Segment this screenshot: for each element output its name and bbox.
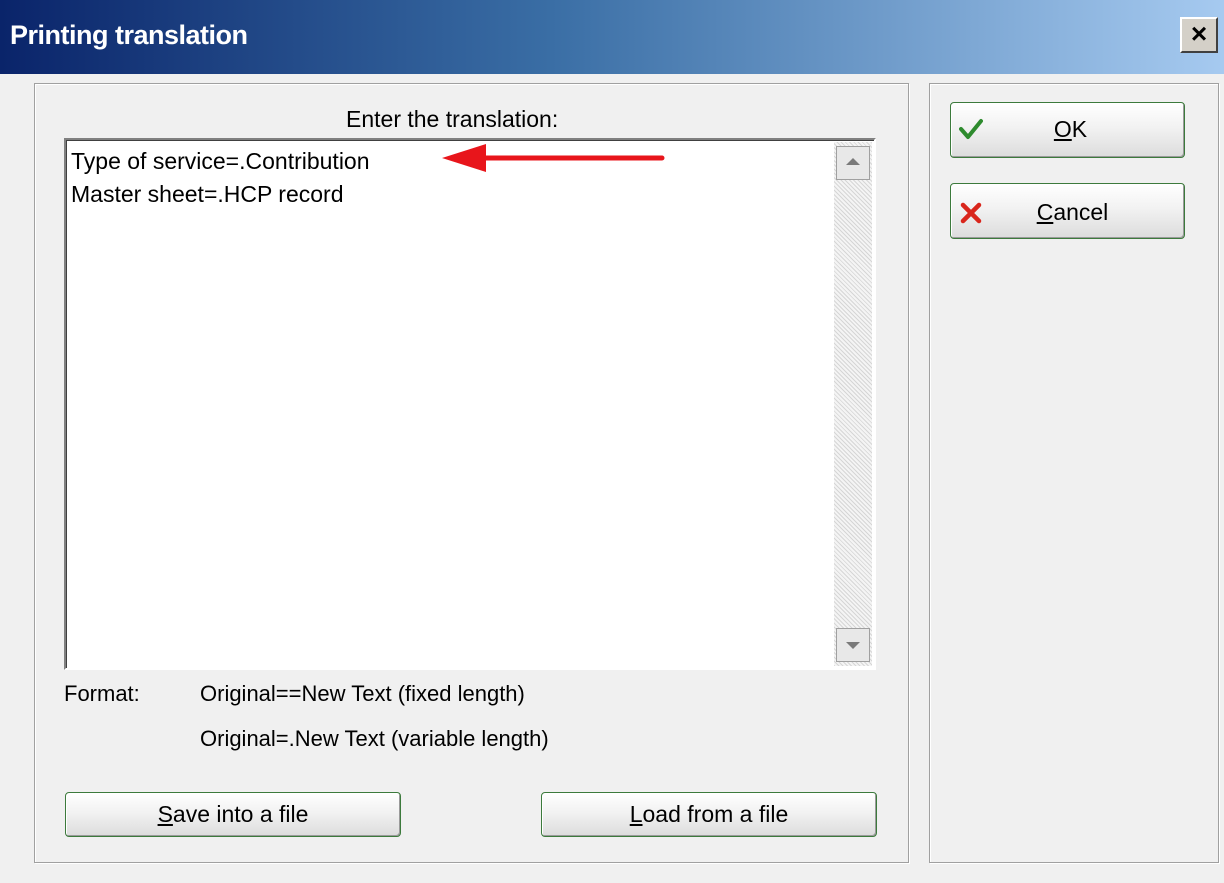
translation-line: Master sheet=.HCP record bbox=[71, 181, 344, 207]
format-variable-length: Original=.New Text (variable length) bbox=[200, 726, 549, 751]
scroll-up-button[interactable] bbox=[836, 146, 870, 180]
mnemonic: C bbox=[1036, 199, 1054, 225]
button-label: ave into a file bbox=[172, 801, 309, 827]
mnemonic: O bbox=[1053, 116, 1072, 142]
close-icon: × bbox=[1190, 18, 1208, 49]
red-arrow-icon bbox=[442, 144, 665, 172]
format-label: Format: bbox=[64, 681, 140, 706]
save-into-file-button[interactable]: Save into a file bbox=[65, 792, 401, 837]
window-title: Printing translation bbox=[10, 20, 248, 50]
translation-line: Type of service=.Contribution bbox=[71, 148, 370, 174]
button-label: ancel bbox=[1053, 199, 1109, 225]
mnemonic: L bbox=[629, 801, 643, 827]
close-button[interactable]: × bbox=[1180, 17, 1218, 53]
scroll-down-button[interactable] bbox=[836, 628, 870, 662]
format-fixed-length: Original==New Text (fixed length) bbox=[200, 681, 525, 706]
translation-prompt: Enter the translation: bbox=[346, 106, 559, 132]
translation-textarea[interactable]: Type of service=.Contribution Master she… bbox=[64, 138, 876, 670]
button-label: K bbox=[1071, 116, 1088, 142]
vertical-scrollbar[interactable] bbox=[834, 142, 872, 666]
load-from-file-button[interactable]: Load from a file bbox=[541, 792, 877, 837]
title-bar: Printing translation × bbox=[0, 0, 1224, 74]
mnemonic: S bbox=[157, 801, 173, 827]
arrow-down-icon bbox=[846, 642, 860, 649]
ok-button[interactable]: OK bbox=[950, 102, 1185, 158]
arrow-up-icon bbox=[846, 158, 860, 165]
button-label: oad from a file bbox=[642, 801, 789, 827]
cancel-button[interactable]: Cancel bbox=[950, 183, 1185, 239]
